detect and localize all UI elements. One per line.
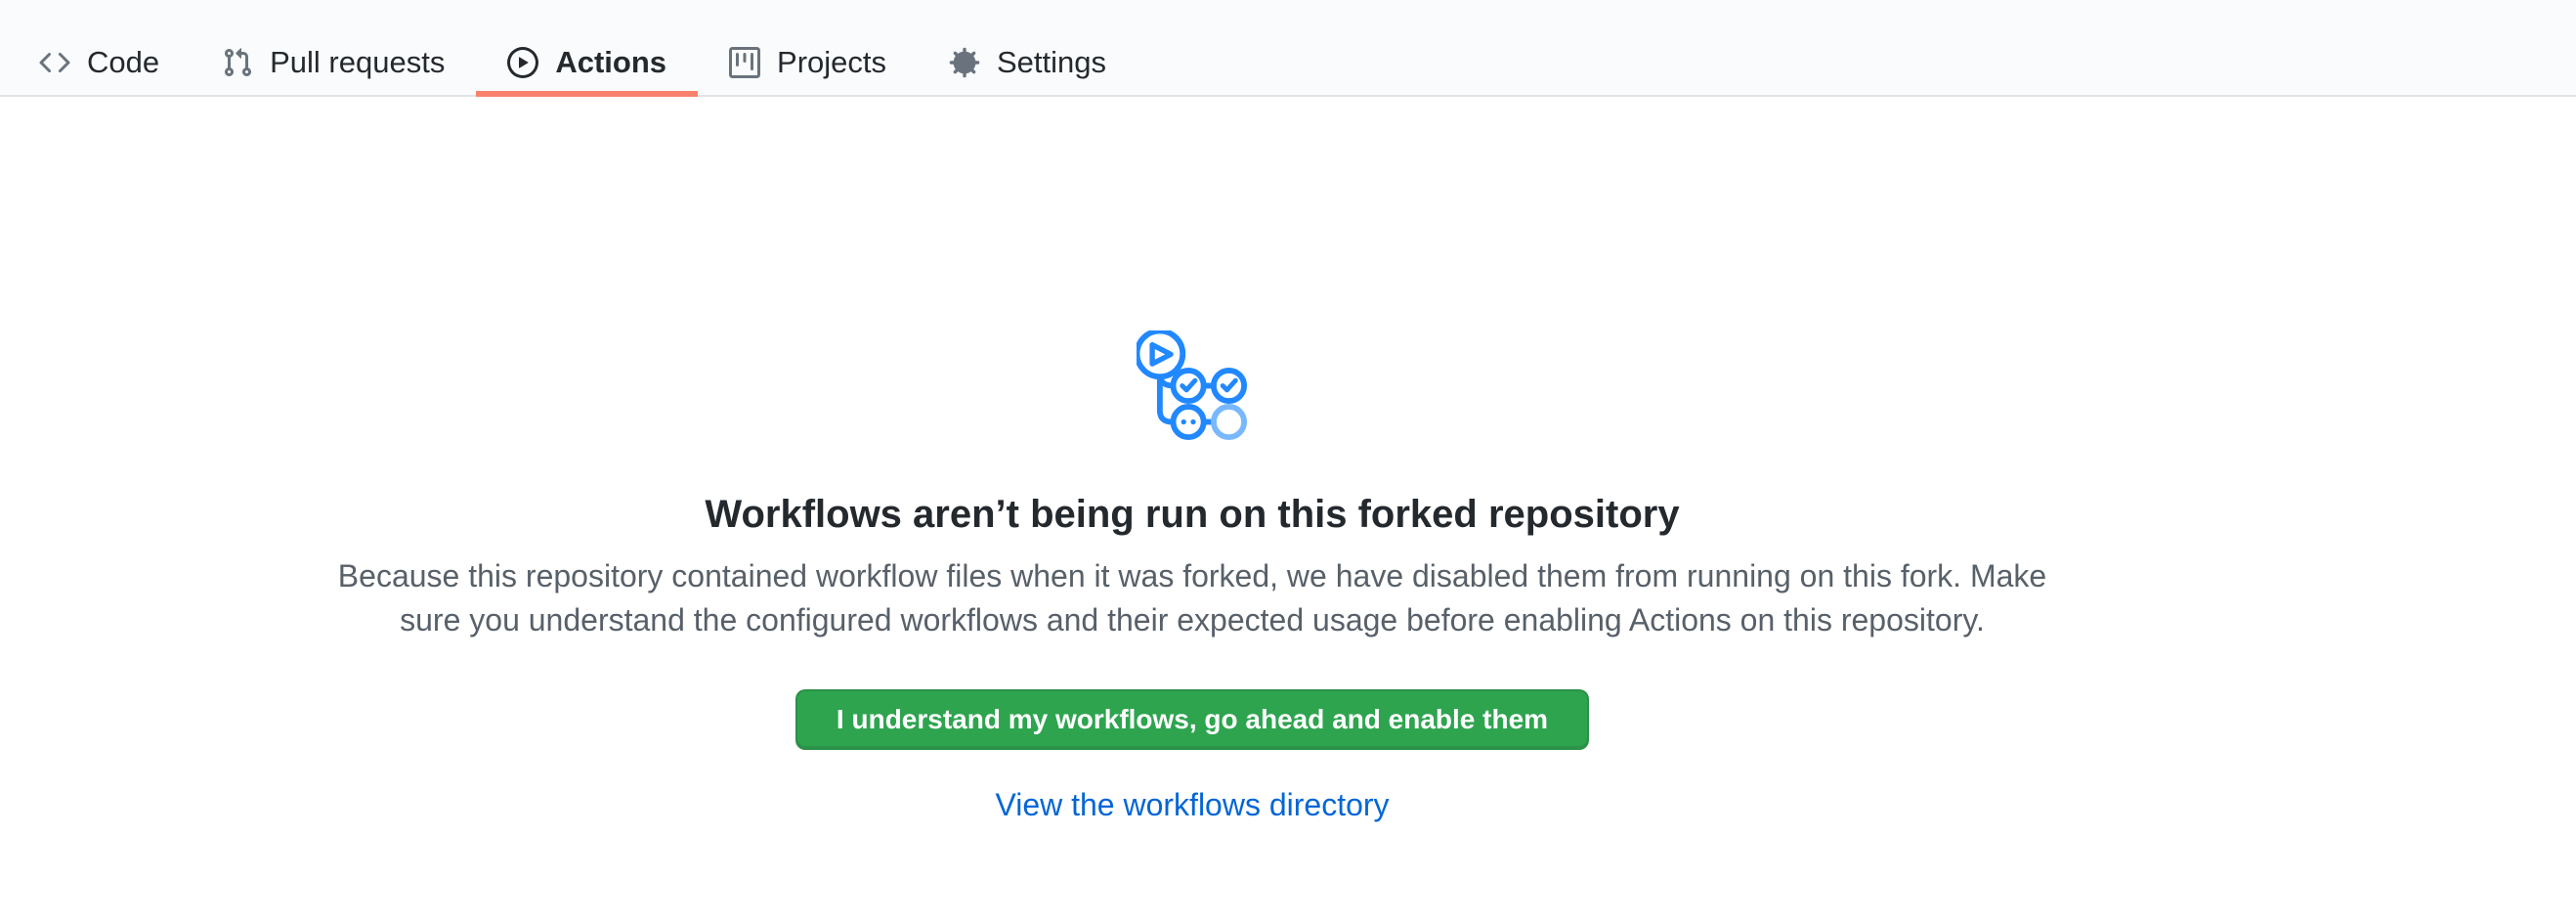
description-line-1: Because this repository contained workfl… <box>338 558 2046 593</box>
tab-actions[interactable]: Actions <box>476 29 698 95</box>
tab-label: Actions <box>555 47 666 77</box>
project-board-icon <box>729 47 760 78</box>
view-workflows-directory-link[interactable]: View the workflows directory <box>995 787 1389 822</box>
workflows-disabled-blankslate: Workflows aren’t being run on this forke… <box>0 97 2384 823</box>
code-icon <box>39 47 70 78</box>
tab-label: Projects <box>777 47 886 77</box>
tab-label: Code <box>87 47 159 77</box>
tab-label: Pull requests <box>270 47 445 77</box>
git-pull-request-icon <box>222 47 253 78</box>
tab-settings[interactable]: Settings <box>918 29 1138 95</box>
play-circle-icon <box>507 47 538 78</box>
workflows-link-row: View the workflows directory <box>0 787 2384 823</box>
gear-icon <box>949 47 980 78</box>
repo-nav: Code Pull requests Actions Projects <box>0 0 2576 97</box>
tab-pull-requests[interactable]: Pull requests <box>191 29 476 95</box>
blankslate-heading: Workflows aren’t being run on this forke… <box>0 490 2384 539</box>
workflow-graph-icon <box>1137 330 1248 442</box>
blankslate-description: Because this repository contained workfl… <box>332 554 2052 642</box>
tab-projects[interactable]: Projects <box>698 29 918 95</box>
actions-content: Workflows aren’t being run on this forke… <box>0 97 2576 823</box>
description-line-2: sure you understand the configured workf… <box>400 602 1985 637</box>
tab-label: Settings <box>997 47 1106 77</box>
tab-code[interactable]: Code <box>8 29 191 95</box>
enable-workflows-button[interactable]: I understand my workflows, go ahead and … <box>795 689 1589 750</box>
